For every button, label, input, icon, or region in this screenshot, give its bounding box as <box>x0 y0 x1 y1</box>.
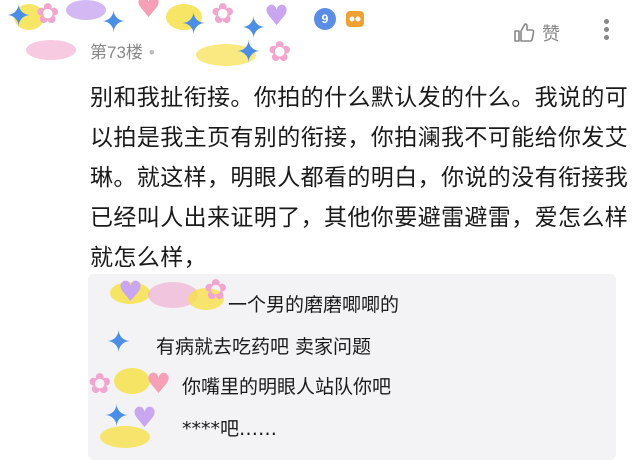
flower-icon: ✿ <box>204 274 228 306</box>
flower-icon: ✿ <box>36 0 60 30</box>
comment-header: ✦ ✿ ✦ ♥ ✦ ✿ ✦ ♥ ✦ ✿ 9 第73楼 • 赞 <box>0 0 640 72</box>
thumbs-up-icon <box>514 23 535 42</box>
reply-item[interactable]: 你嘴里的明眼人站队你吧 <box>182 372 391 399</box>
pink-blob <box>26 40 76 60</box>
username-mosaic[interactable]: ✦ ✿ ✦ ♥ ✦ ✿ ✦ ♥ ✦ ✿ <box>6 0 306 70</box>
sparkle-icon: ✦ <box>236 35 262 70</box>
reply-item[interactable]: 有病就去吃药吧 卖家问题 <box>156 332 371 359</box>
heart-icon: ♥ <box>264 0 290 32</box>
reply-item[interactable]: ****吧…… <box>182 414 277 441</box>
more-vertical-icon[interactable] <box>600 16 612 46</box>
flower-icon: ✿ <box>211 0 235 30</box>
purple-blob <box>66 0 106 20</box>
game-controller-icon <box>344 8 366 30</box>
separator-dot: • <box>148 43 155 62</box>
heart-icon: ♥ <box>136 0 162 24</box>
flower-icon: ✿ <box>268 35 292 68</box>
heart-icon: ♥ <box>146 367 172 400</box>
heart-icon: ♥ <box>118 275 144 308</box>
level-badge: 9 <box>314 8 336 30</box>
flower-icon: ✿ <box>88 367 112 400</box>
floor-label: 第73楼 <box>90 43 143 62</box>
sparkle-icon: ✦ <box>106 325 132 360</box>
reply-box[interactable]: ♥ ✿ ✦ ✿ ♥ ✦ ♥ 一个男的磨磨唧唧的 有病就去吃药吧 卖家问题 你嘴里… <box>88 274 616 460</box>
reply-item[interactable]: 一个男的磨磨唧唧的 <box>228 290 399 317</box>
floor-number: 第73楼 • <box>90 38 155 63</box>
sparkle-icon: ✦ <box>181 7 207 42</box>
comment-body: 别和我扯衔接。你拍的什么默认发的什么。我说的可以拍是我主页有别的衔接，你拍澜我不… <box>90 85 629 271</box>
sparkle-icon: ✦ <box>6 0 32 34</box>
like-button[interactable]: 赞 <box>512 20 560 46</box>
sparkle-icon: ✦ <box>101 5 127 40</box>
like-label: 赞 <box>542 24 560 45</box>
